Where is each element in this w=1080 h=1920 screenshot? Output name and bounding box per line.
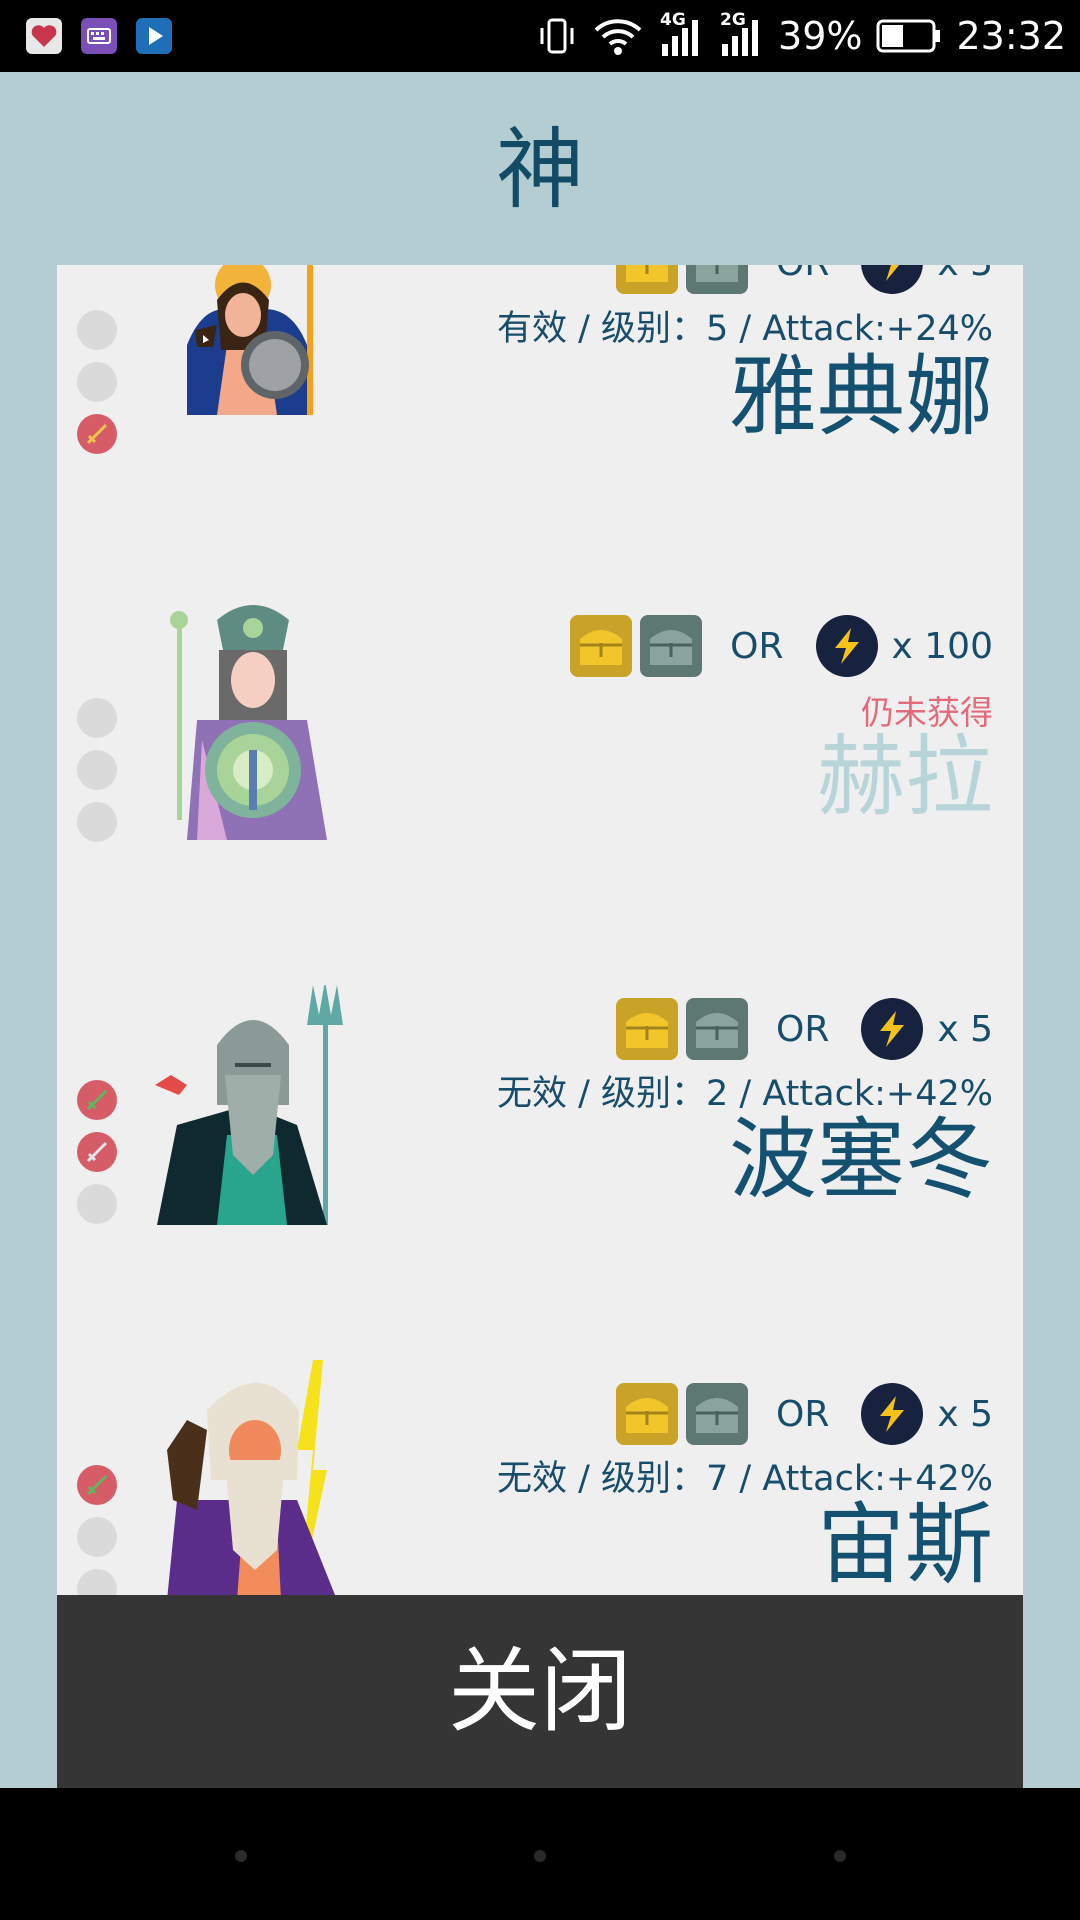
equipment-slot[interactable]: [77, 802, 117, 842]
equipment-slot[interactable]: [77, 698, 117, 738]
status-bar: 4G 2G 39% 23:32: [0, 0, 1080, 72]
lightning-icon[interactable]: [861, 265, 924, 294]
close-button[interactable]: 关闭: [57, 1595, 1023, 1788]
signal-2g-icon: 2G: [718, 10, 764, 58]
god-item-zeus[interactable]: OR x 5 无效 / 级别：7 / Attack:+42% 宙斯: [57, 1360, 1023, 1595]
unlock-cost: OR x 100: [562, 614, 993, 678]
god-item-athena[interactable]: OR x 5 有效 / 级别：5 / Attack:+24% 雅典娜: [57, 265, 1023, 455]
sword-icon: [86, 1475, 107, 1496]
gold-chest-icon[interactable]: [615, 1383, 678, 1445]
god-status: 有效 / 级别：5 / Attack:+24%: [497, 309, 993, 349]
unlock-cost: OR x 5: [608, 997, 993, 1061]
or-label: OR: [730, 625, 784, 667]
god-name: 波塞冬: [728, 1108, 993, 1211]
god-list[interactable]: OR x 5 有效 / 级别：5 / Attack:+24% 雅典娜: [57, 265, 1023, 1595]
home-button[interactable]: [534, 1850, 546, 1862]
cost-multiplier: x 5: [937, 1393, 993, 1435]
god-name: 赫拉: [816, 725, 993, 828]
poseidon-portrait: [147, 985, 377, 1225]
gold-chest-icon[interactable]: [570, 615, 633, 677]
equipment-slot[interactable]: [77, 1080, 117, 1120]
equipment-slot[interactable]: [77, 414, 117, 454]
silver-chest-icon[interactable]: [685, 1383, 748, 1445]
god-name: 雅典娜: [728, 345, 993, 448]
heart-app-icon: [26, 18, 62, 54]
cost-multiplier: x 5: [937, 1008, 993, 1050]
equipment-slot[interactable]: [77, 1465, 117, 1505]
equipment-slot[interactable]: [77, 1517, 117, 1557]
lightning-icon[interactable]: [861, 1383, 924, 1445]
network-2g-label: 2G: [720, 10, 746, 30]
god-item-hera[interactable]: OR x 100 仍未获得 赫拉: [57, 600, 1023, 900]
lightning-icon[interactable]: [861, 998, 924, 1060]
gold-chest-icon[interactable]: [615, 998, 678, 1060]
sword-icon: [86, 1090, 107, 1111]
god-name: 宙斯: [816, 1493, 993, 1595]
wifi-icon: [592, 16, 644, 56]
clock: 23:32: [956, 14, 1066, 58]
navigation-bar: [0, 1788, 1080, 1920]
recents-button[interactable]: [834, 1850, 846, 1862]
god-item-poseidon[interactable]: OR x 5 无效 / 级别：2 / Attack:+42% 波塞冬: [57, 975, 1023, 1275]
silver-chest-icon[interactable]: [685, 265, 748, 294]
play-app-icon: [136, 18, 172, 54]
gold-chest-icon[interactable]: [615, 265, 678, 294]
hera-portrait: [147, 600, 377, 840]
zeus-portrait: [147, 1360, 377, 1595]
unlock-cost: OR x 5: [608, 1382, 993, 1446]
battery-percent: 39%: [778, 14, 863, 58]
sword-icon: [86, 1142, 107, 1163]
silver-chest-icon[interactable]: [685, 998, 748, 1060]
silver-chest-icon[interactable]: [640, 615, 703, 677]
cost-multiplier: x 5: [937, 265, 993, 284]
lightning-icon[interactable]: [815, 615, 878, 677]
equipment-slot[interactable]: [77, 310, 117, 350]
equipment-slot[interactable]: [77, 750, 117, 790]
battery-icon: [876, 18, 942, 54]
or-label: OR: [775, 1008, 830, 1050]
equipment-slot[interactable]: [77, 362, 117, 402]
back-button[interactable]: [235, 1850, 247, 1862]
signal-4g-icon: 4G: [658, 10, 704, 58]
equipment-slot[interactable]: [77, 1132, 117, 1172]
or-label: OR: [776, 265, 829, 284]
unlock-cost: OR x 5: [608, 265, 993, 295]
keyboard-app-icon: [81, 18, 117, 54]
athena-portrait: [147, 265, 377, 415]
network-4g-label: 4G: [660, 10, 686, 30]
cost-multiplier: x 100: [891, 625, 993, 667]
page-title: 神: [495, 118, 584, 221]
equipment-slot[interactable]: [77, 1184, 117, 1224]
sword-icon: [86, 424, 107, 445]
or-label: OR: [775, 1393, 830, 1435]
equipment-slot[interactable]: [77, 1569, 117, 1595]
vibrate-icon: [536, 16, 578, 56]
